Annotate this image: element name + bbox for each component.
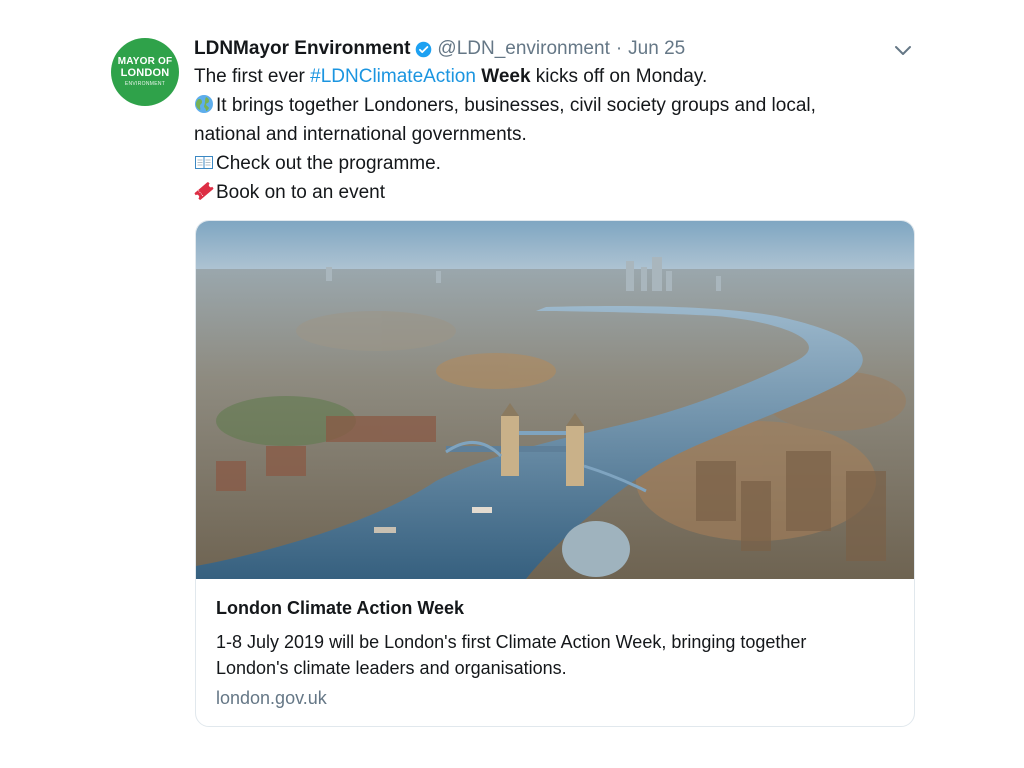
card-description-line-2: London's climate leaders and organisatio… [216,658,567,678]
link-card[interactable]: London Climate Action Week 1-8 July 2019… [195,220,915,727]
tweet-line-5-text: Book on to an event [216,182,386,203]
open-book-icon [195,156,213,169]
ticket-icon [194,182,214,200]
card-title[interactable]: London Climate Action Week [216,598,464,619]
tweet-line-5: Book on to an event [194,178,894,207]
tweet-header: LDNMayor Environment @LDN_environment · … [194,36,685,62]
card-image[interactable] [196,221,914,579]
header-separator: · [615,38,623,59]
tweet-line-1-post: kicks off on Monday. [530,66,708,87]
avatar-text-line2: LONDON [120,67,170,79]
tweet[interactable]: MAYOR OF LONDON ENVIRONMENT LDNMayor Env… [0,0,1024,768]
avatar-text-line1: MAYOR OF [117,56,173,67]
tweet-line-3: national and international governments. [194,124,527,145]
verified-badge-icon [416,41,432,57]
user-handle[interactable]: @LDN_environment [437,38,609,60]
tweet-line-1-pre: The first ever [194,66,311,87]
tweet-text: The first ever #LDNClimateAction Week ki… [194,62,894,207]
tweet-line-2-text: It brings together Londoners, businesses… [216,95,816,116]
globe-icon [195,95,213,113]
tweet-line-4: Check out the programme. [194,149,894,178]
chevron-down-icon[interactable] [893,40,913,60]
hashtag-link[interactable]: #LDNClimateAction [310,66,476,87]
card-description-line-1: 1-8 July 2019 will be London's first Cli… [216,632,807,652]
avatar[interactable]: MAYOR OF LONDON ENVIRONMENT [111,38,179,106]
card-description: 1-8 July 2019 will be London's first Cli… [216,629,896,681]
tweet-line-1: The first ever #LDNClimateAction Week ki… [194,62,894,91]
tweet-line-2: It brings together Londoners, businesses… [194,91,894,120]
tweet-line-4-text: Check out the programme. [216,153,441,174]
tweet-line-1-bold: Week [475,66,531,87]
avatar-text-line3: ENVIRONMENT [124,81,166,87]
tweet-date[interactable]: Jun 25 [628,38,685,60]
card-domain[interactable]: london.gov.uk [216,688,327,709]
display-name[interactable]: LDNMayor Environment [194,38,410,60]
